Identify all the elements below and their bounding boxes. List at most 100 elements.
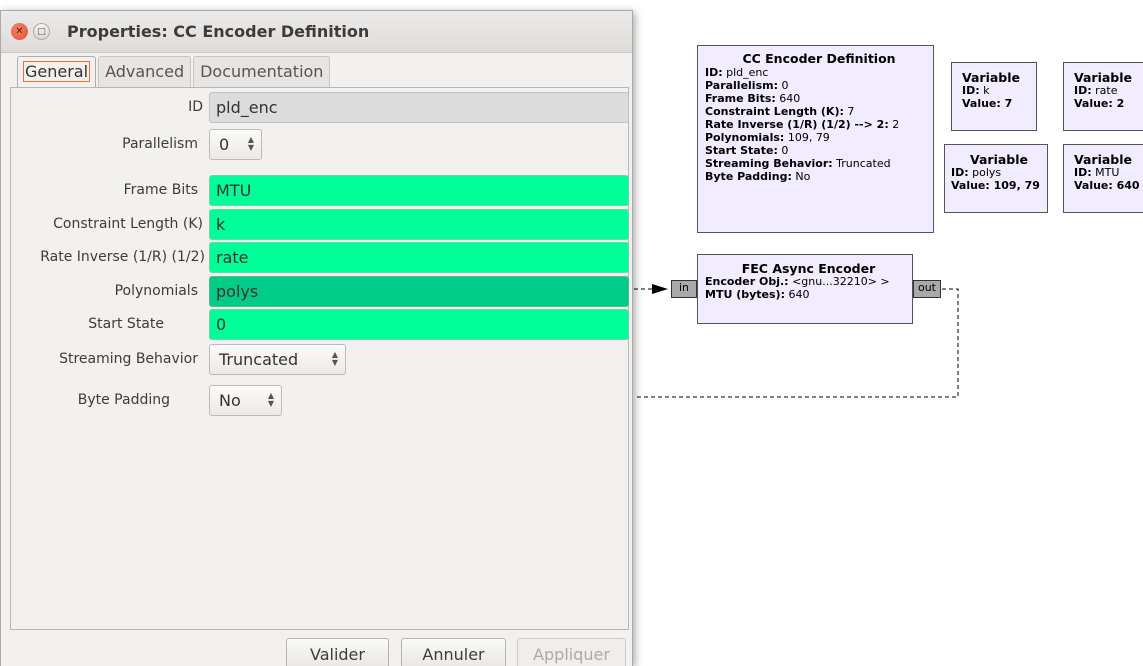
tab-advanced[interactable]: Advanced [98, 56, 192, 87]
block-title: FEC Async Encoder [741, 261, 876, 276]
variable-id: polys [968, 166, 1002, 179]
block-param-key: Polynomials: [705, 131, 785, 144]
block-param-key: Parallelism: [705, 79, 778, 92]
variable-block-mtu[interactable]: Variable ID: MTU Value: 640 [1063, 144, 1143, 213]
port-out[interactable]: out [913, 280, 941, 298]
block-param-key: Streaming Behavior: [705, 157, 833, 170]
block-param-value: Truncated [832, 157, 891, 170]
param-row-parallelism: Parallelism 0 ▲ ▼ [11, 128, 630, 160]
variable-value: 109, 79 [989, 179, 1040, 192]
apply-button[interactable]: Appliquer [517, 638, 626, 666]
variable-id-key: ID: [951, 166, 969, 179]
tab-bar: General Advanced Documentation [17, 56, 332, 88]
variable-value: 7 [1000, 97, 1013, 110]
param-label-start-state: Start State [88, 316, 164, 332]
param-label-streaming-behavior: Streaming Behavior [59, 351, 198, 367]
frame-bits-field[interactable]: MTU [209, 174, 629, 206]
block-param-value: 7 [843, 105, 855, 118]
dialog-title: Properties: CC Encoder Definition [67, 22, 370, 41]
block-param-key: Frame Bits: [705, 92, 776, 105]
select-value: No [219, 390, 241, 410]
cancel-button[interactable]: Annuler [401, 638, 506, 666]
variable-id-key: ID: [1074, 84, 1092, 97]
spinner-arrows-icon: ▲ ▼ [247, 134, 254, 152]
block-param-value: 0 [778, 79, 789, 92]
start-state-field[interactable]: 0 [209, 308, 629, 340]
block-title: CC Encoder Definition [742, 51, 896, 66]
variable-id: rate [1091, 84, 1118, 97]
block-param-line: Frame Bits: 640 [705, 92, 933, 105]
block-param-line: Parallelism: 0 [705, 79, 933, 92]
parallelism-select[interactable]: 0 ▲ ▼ [209, 128, 262, 160]
variable-id-key: ID: [1074, 166, 1092, 179]
block-param-line: Polynomials: 109, 79 [705, 131, 933, 144]
variable-title: Variable [969, 152, 1029, 167]
param-row-streaming-behavior: Streaming Behavior Truncated ▲ ▼ [11, 343, 630, 375]
param-label-parallelism: Parallelism [122, 136, 198, 152]
variable-value-key: Value: [962, 97, 1001, 110]
block-param-key: Encoder Obj.: [705, 275, 789, 288]
cc-encoder-definition-block[interactable]: CC Encoder Definition ID: pld_enc Paralle… [697, 45, 934, 233]
variable-value-key: Value: [951, 179, 990, 192]
param-label-polynomials: Polynomials [114, 283, 198, 299]
close-icon[interactable]: ✕ [11, 23, 28, 40]
block-param-value: 640 [775, 92, 801, 105]
tab-general[interactable]: General [17, 56, 97, 88]
ok-button[interactable]: Valider [286, 638, 389, 666]
variable-id-key: ID: [962, 84, 980, 97]
variable-value-key: Value: [1074, 179, 1113, 192]
param-row-byte-padding: Byte Padding No ▲ ▼ [11, 384, 630, 416]
block-param-value: 2 [888, 118, 900, 131]
variable-value-key: Value: [1074, 97, 1113, 110]
port-in[interactable]: in [671, 280, 697, 298]
param-row-constraint-length: Constraint Length (K) k [11, 208, 630, 240]
param-label-id: ID [188, 99, 203, 115]
constraint-length-field[interactable]: k [209, 208, 629, 240]
block-param-key: ID: [705, 66, 723, 79]
block-param-key: MTU (bytes): [705, 288, 785, 301]
polynomials-field[interactable]: polys [209, 275, 629, 307]
block-param-line: Byte Padding: No [705, 170, 933, 183]
variable-title: Variable [1074, 70, 1133, 85]
variable-id: MTU [1091, 166, 1120, 179]
param-row-id: ID pld_enc [11, 91, 630, 123]
param-label-frame-bits: Frame Bits [123, 182, 198, 198]
block-param-value: 640 [784, 288, 810, 301]
block-param-value: pld_enc [722, 66, 769, 79]
variable-id: k [979, 84, 990, 97]
dialog-titlebar: ✕ □ Properties: CC Encoder Definition [1, 11, 632, 53]
id-field[interactable]: pld_enc [209, 91, 629, 123]
spinner-arrows-icon: ▲ ▼ [267, 390, 274, 408]
block-param-value: 109, 79 [784, 131, 830, 144]
param-row-polynomials: Polynomials polys [11, 275, 630, 307]
properties-dialog: ✕ □ Properties: CC Encoder Definition Ge… [0, 10, 633, 666]
fec-async-encoder-block[interactable]: FEC Async Encoder Encoder Obj.: <gnu...3… [697, 254, 913, 324]
block-param-line: Constraint Length (K): 7 [705, 105, 933, 118]
select-value: 0 [219, 134, 230, 154]
variable-title: Variable [1074, 152, 1133, 167]
variable-block-k[interactable]: Variable ID: k Value: 7 [951, 62, 1037, 131]
tab-documentation[interactable]: Documentation [193, 56, 331, 87]
block-param-key: Byte Padding: [705, 170, 792, 183]
select-value: Truncated [219, 349, 299, 369]
block-param-value: No [791, 170, 811, 183]
byte-padding-select[interactable]: No ▲ ▼ [209, 384, 282, 416]
variable-value: 640 [1112, 179, 1140, 192]
maximize-icon[interactable]: □ [33, 23, 50, 40]
rate-inverse-field[interactable]: rate [209, 241, 629, 273]
param-label-constraint-length: Constraint Length (K) [53, 216, 203, 232]
block-param-value: 0 [777, 144, 789, 157]
block-param-value: <gnu...32210> > [788, 275, 890, 288]
block-param-key: Rate Inverse (1/R) (1/2) --> 2: [705, 118, 889, 131]
tab-label: General [22, 61, 91, 82]
streaming-behavior-select[interactable]: Truncated ▲ ▼ [209, 343, 346, 375]
block-param-line: ID: pld_enc [705, 66, 933, 79]
param-label-byte-padding: Byte Padding [77, 392, 170, 408]
variable-block-polys[interactable]: Variable ID: polys Value: 109, 79 [944, 144, 1048, 213]
general-tab-panel: ID pld_enc Parallelism 0 ▲ ▼ Frame Bits M… [10, 87, 629, 630]
variable-block-rate[interactable]: Variable ID: rate Value: 2 [1063, 62, 1143, 131]
param-row-start-state: Start State 0 [11, 308, 630, 340]
param-row-frame-bits: Frame Bits MTU [11, 174, 630, 206]
param-label-rate-inverse: Rate Inverse (1/R) (1/2) [40, 249, 205, 265]
variable-value: 2 [1112, 97, 1125, 110]
